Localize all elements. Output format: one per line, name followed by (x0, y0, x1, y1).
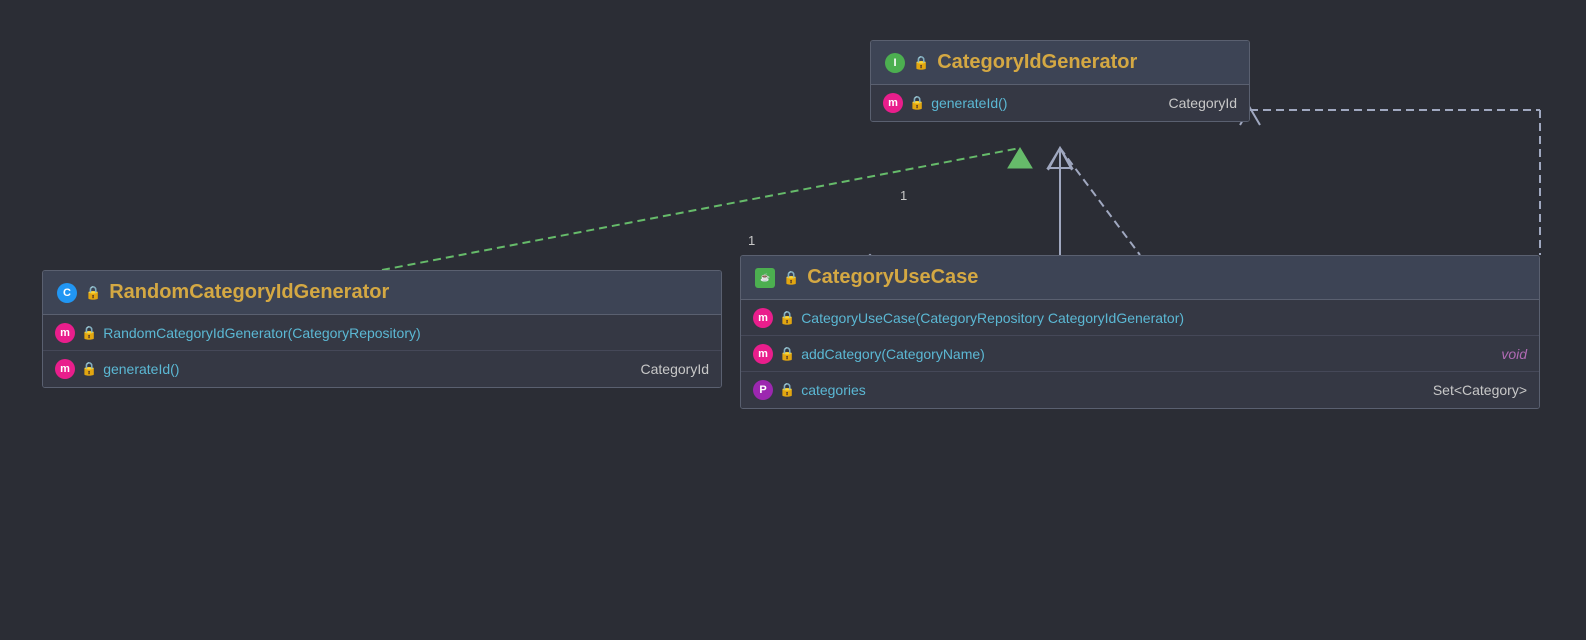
category-id-generator-header: I 🔒 CategoryIdGenerator (871, 41, 1249, 85)
class-badge: C (57, 283, 77, 303)
method-name: generateId() (103, 361, 634, 377)
category-use-case-class: ☕ 🔒 CategoryUseCase m 🔒 CategoryUseCase(… (740, 255, 1540, 409)
lock-icon: 🔒 (779, 382, 795, 398)
method-badge: m (753, 344, 773, 364)
constructor-name: CategoryUseCase(CategoryRepository Categ… (801, 310, 1527, 326)
lock-icon: 🔒 (913, 55, 929, 71)
method-row: m 🔒 generateId() CategoryId (871, 85, 1249, 121)
lock-icon: 🔒 (85, 285, 101, 301)
random-category-id-generator-header: C 🔒 RandomCategoryIdGenerator (43, 271, 721, 315)
lock-icon: 🔒 (779, 310, 795, 326)
method-badge: m (753, 308, 773, 328)
constructor-name: RandomCategoryIdGenerator(CategoryReposi… (103, 325, 709, 341)
class-title: RandomCategoryIdGenerator (109, 281, 389, 304)
method-row: m 🔒 generateId() CategoryId (43, 351, 721, 387)
interface-badge: I (885, 53, 905, 73)
arrow-label-1: 1 (900, 188, 907, 203)
category-id-generator-class: I 🔒 CategoryIdGenerator m 🔒 generateId()… (870, 40, 1250, 122)
constructor-row: m 🔒 CategoryUseCase(CategoryRepository C… (741, 300, 1539, 336)
lock-icon: 🔒 (779, 346, 795, 362)
random-category-id-generator-body: m 🔒 RandomCategoryIdGenerator(CategoryRe… (43, 315, 721, 387)
lock-icon: 🔒 (909, 95, 925, 111)
method-row: m 🔒 addCategory(CategoryName) void (741, 336, 1539, 372)
field-name: categories (801, 382, 1427, 398)
method-badge: m (883, 93, 903, 113)
category-use-case-header: ☕ 🔒 CategoryUseCase (741, 256, 1539, 300)
field-type: Set<Category> (1433, 382, 1527, 398)
method-badge: m (55, 323, 75, 343)
arrow-label-2: 1 (748, 233, 755, 248)
lock-icon: 🔒 (783, 270, 799, 286)
method-name: generateId() (931, 95, 1162, 111)
class-title: CategoryIdGenerator (937, 51, 1137, 74)
method-return-type: CategoryId (1169, 95, 1237, 111)
method-return-type: CategoryId (641, 361, 709, 377)
class-title: CategoryUseCase (807, 266, 978, 289)
constructor-row: m 🔒 RandomCategoryIdGenerator(CategoryRe… (43, 315, 721, 351)
method-badge: m (55, 359, 75, 379)
field-row: P 🔒 categories Set<Category> (741, 372, 1539, 408)
random-category-id-generator-class: C 🔒 RandomCategoryIdGenerator m 🔒 Random… (42, 270, 722, 388)
lock-icon: 🔒 (81, 325, 97, 341)
method-return-type: void (1501, 346, 1527, 362)
lock-icon: 🔒 (81, 361, 97, 377)
property-badge: P (753, 380, 773, 400)
java-badge: ☕ (755, 268, 775, 288)
method-name: addCategory(CategoryName) (801, 346, 1495, 362)
category-id-generator-body: m 🔒 generateId() CategoryId (871, 85, 1249, 121)
category-use-case-body: m 🔒 CategoryUseCase(CategoryRepository C… (741, 300, 1539, 408)
